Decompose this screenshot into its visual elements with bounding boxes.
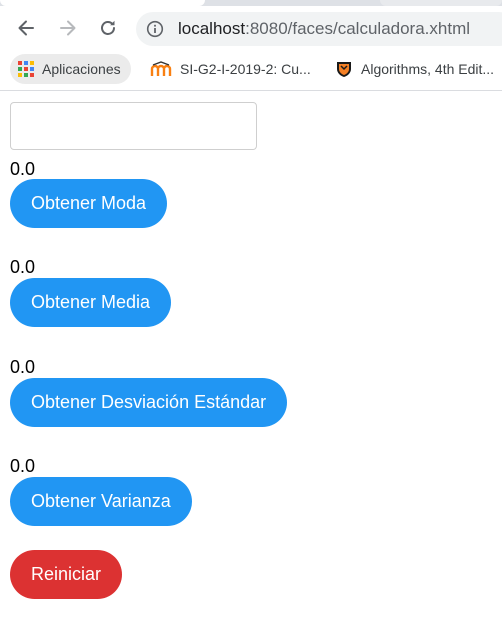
bookmark-label: SI-G2-I-2019-2: Cu... bbox=[180, 61, 311, 77]
bookmark-apps[interactable]: Aplicaciones bbox=[10, 54, 131, 84]
get-mode-button[interactable]: Obtener Moda bbox=[10, 179, 168, 228]
reload-button[interactable] bbox=[94, 14, 122, 42]
get-variance-button[interactable]: Obtener Varianza bbox=[10, 477, 192, 526]
mean-result: 0.0 bbox=[10, 257, 36, 277]
browser-toolbar: localhost:8080/faces/calculadora.xhtml bbox=[0, 6, 502, 50]
back-button[interactable] bbox=[12, 14, 40, 42]
url-text[interactable]: localhost:8080/faces/calculadora.xhtml bbox=[178, 19, 470, 39]
numbers-input[interactable] bbox=[10, 102, 257, 150]
bookmarks-bar: Aplicaciones SI-G2-I-2019-2: Cu... Algor… bbox=[0, 50, 502, 91]
get-std-dev-button[interactable]: Obtener Desviación Estándar bbox=[10, 378, 288, 427]
variance-result: 0.0 bbox=[10, 456, 36, 476]
back-arrow-icon bbox=[18, 20, 34, 36]
princeton-shield-icon bbox=[335, 60, 353, 78]
bookmark-label: Algorithms, 4th Edit... bbox=[361, 61, 495, 77]
url-path: :8080/faces/calculadora.xhtml bbox=[245, 19, 471, 38]
calculator-page: 0.0 Obtener Moda 0.0 Obtener Media 0.0 O… bbox=[0, 91, 502, 620]
forward-arrow-icon bbox=[60, 20, 76, 36]
moodle-icon bbox=[150, 61, 172, 77]
mode-result: 0.0 bbox=[10, 159, 36, 179]
apps-grid-icon bbox=[18, 61, 34, 77]
site-info-icon[interactable] bbox=[146, 20, 164, 38]
url-host: localhost bbox=[178, 19, 246, 38]
bookmark-moodle[interactable]: SI-G2-I-2019-2: Cu... bbox=[150, 54, 311, 84]
address-bar[interactable]: localhost:8080/faces/calculadora.xhtml bbox=[136, 12, 502, 46]
get-mean-button[interactable]: Obtener Media bbox=[10, 278, 172, 327]
std-dev-result: 0.0 bbox=[10, 357, 36, 377]
reload-icon bbox=[101, 20, 115, 35]
bookmark-algorithms[interactable]: Algorithms, 4th Edit... bbox=[335, 54, 494, 84]
forward-button[interactable] bbox=[54, 14, 82, 42]
reset-button[interactable]: Reiniciar bbox=[10, 550, 123, 599]
bookmark-label: Aplicaciones bbox=[42, 61, 121, 77]
